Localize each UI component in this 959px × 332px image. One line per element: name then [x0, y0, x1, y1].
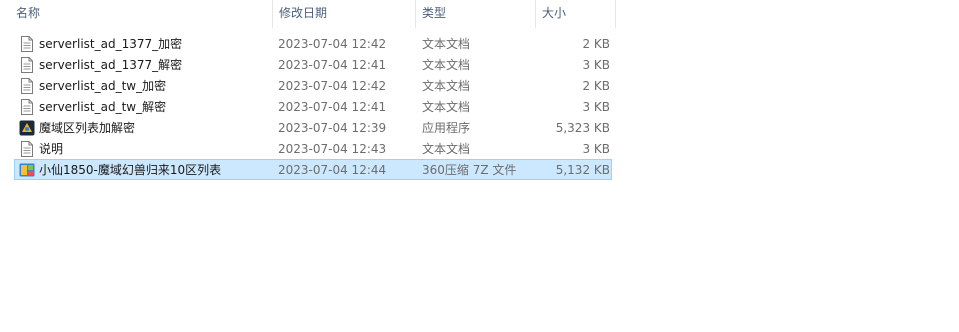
file-date: 2023-07-04 12:42: [278, 78, 387, 93]
text-file-icon: [19, 140, 35, 157]
archive-icon: [19, 162, 35, 178]
file-row[interactable]: 说明 2023-07-04 12:43 文本文档 3 KB: [14, 138, 612, 159]
text-file-icon: [19, 35, 35, 52]
file-type: 文本文档: [422, 79, 471, 93]
file-type: 360压缩 7Z 文件: [422, 163, 517, 177]
file-row[interactable]: serverlist_ad_1377_解密 2023-07-04 12:41 文…: [14, 54, 612, 75]
file-type: 文本文档: [422, 58, 471, 72]
file-date: 2023-07-04 12:44: [278, 162, 387, 177]
column-header-type-label: 类型: [422, 6, 447, 20]
column-header-date-label: 修改日期: [279, 6, 328, 20]
file-row[interactable]: 魔域区列表加解密 2023-07-04 12:39 应用程序 5,323 KB: [14, 117, 612, 138]
file-type: 文本文档: [422, 37, 471, 51]
file-name: 魔域区列表加解密: [39, 121, 136, 135]
file-size: 3 KB: [582, 141, 610, 156]
file-name: serverlist_ad_tw_解密: [39, 100, 167, 114]
column-header-date[interactable]: 修改日期: [273, 0, 416, 28]
file-size: 5,323 KB: [555, 120, 610, 135]
file-row[interactable]: serverlist_ad_tw_加密 2023-07-04 12:42 文本文…: [14, 75, 612, 96]
file-name: 说明: [39, 142, 64, 156]
file-type: 应用程序: [422, 121, 471, 135]
file-name: serverlist_ad_1377_加密: [39, 37, 183, 51]
file-explorer: 名称 修改日期 类型 大小 serverlist_ad_1377_加密 2023…: [0, 0, 959, 332]
file-date: 2023-07-04 12:41: [278, 99, 387, 114]
column-header-name[interactable]: 名称: [0, 0, 273, 28]
file-size: 3 KB: [582, 99, 610, 114]
file-size: 3 KB: [582, 57, 610, 72]
file-list: serverlist_ad_1377_加密 2023-07-04 12:42 文…: [14, 33, 612, 180]
file-row-selected[interactable]: 小仙1850-魔域幻兽归来10区列表 2023-07-04 12:44 360压…: [14, 159, 612, 180]
sort-ascending-icon: [134, 0, 144, 1]
text-file-icon: [19, 56, 35, 73]
file-name: serverlist_ad_tw_加密: [39, 79, 167, 93]
text-file-icon: [19, 98, 35, 115]
file-name: 小仙1850-魔域幻兽归来10区列表: [39, 163, 222, 177]
file-size: 2 KB: [582, 36, 610, 51]
application-icon: [19, 120, 35, 136]
file-date: 2023-07-04 12:39: [278, 120, 387, 135]
file-size: 5,132 KB: [555, 162, 610, 177]
file-date: 2023-07-04 12:42: [278, 36, 387, 51]
column-header-size[interactable]: 大小: [536, 0, 616, 28]
column-header-name-label: 名称: [16, 6, 41, 20]
file-name: serverlist_ad_1377_解密: [39, 58, 183, 72]
file-size: 2 KB: [582, 78, 610, 93]
file-row[interactable]: serverlist_ad_tw_解密 2023-07-04 12:41 文本文…: [14, 96, 612, 117]
text-file-icon: [19, 77, 35, 94]
file-date: 2023-07-04 12:43: [278, 141, 387, 156]
file-type: 文本文档: [422, 142, 471, 156]
column-header-type[interactable]: 类型: [416, 0, 536, 28]
file-date: 2023-07-04 12:41: [278, 57, 387, 72]
file-row[interactable]: serverlist_ad_1377_加密 2023-07-04 12:42 文…: [14, 33, 612, 54]
file-type: 文本文档: [422, 100, 471, 114]
column-header: 名称 修改日期 类型 大小: [0, 0, 616, 28]
column-header-size-label: 大小: [542, 6, 567, 20]
